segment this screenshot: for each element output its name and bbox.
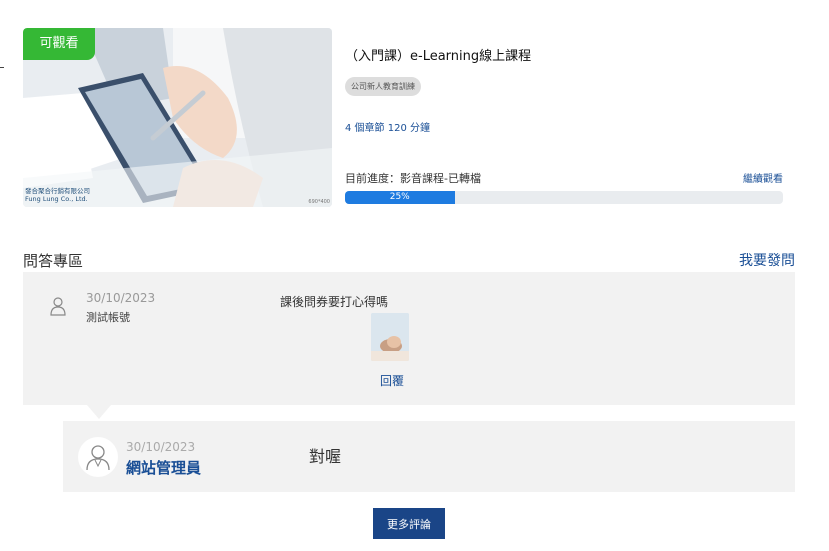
user-circle-icon [78,437,118,477]
reply-link[interactable]: 回覆 [380,372,404,389]
reply-pointer [87,405,111,419]
thumbnail-logo-line1: 發合聚合行銷有限公司 [25,187,90,195]
progress-bar: 25% [345,191,783,204]
progress-bar-fill: 25% [345,191,455,204]
answer-item: 30/10/2023 網站管理員 對喔 [63,421,795,492]
answer-user: 網站管理員 [126,459,202,477]
question-item: 30/10/2023 測試帳號 課後問券要打心得嗎 回覆 [23,272,795,405]
course-title[interactable]: （入門課）e-Learning線上課程 [345,45,531,64]
edge-dash [0,67,4,68]
answer-date: 30/10/2023 [126,440,196,454]
answer-text: 對喔 [309,447,342,466]
user-outline-icon [49,296,67,316]
continue-watching-link[interactable]: 繼續觀看 [743,170,783,185]
ask-question-link[interactable]: 我要發問 [739,250,795,270]
thumbnail-size-text: 690*400 [308,199,330,205]
question-text: 課後問券要打心得嗎 [280,295,389,309]
qa-section-heading: 問答專區 [23,252,84,270]
thumbnail-logo: 發合聚合行銷有限公司 Fung Lung Co., Ltd. [25,187,90,203]
question-attachment-image[interactable] [371,313,409,361]
course-thumbnail[interactable]: 可觀看 發合聚合行銷有限公司 Fung Lung Co., Ltd. 690*4… [23,28,332,207]
progress-label: 目前進度：影音課程-已轉檔 [345,172,481,185]
thumbnail-logo-line2: Fung Lung Co., Ltd. [25,195,88,203]
question-date: 30/10/2023 [86,291,156,305]
question-user: 測試帳號 [86,311,130,324]
viewable-badge: 可觀看 [23,28,95,60]
course-category-tag: 公司新人教育訓練 [345,77,421,96]
more-comments-button[interactable]: 更多評論 [373,508,445,539]
course-meta: 4 個章節 120 分鐘 [345,123,430,134]
